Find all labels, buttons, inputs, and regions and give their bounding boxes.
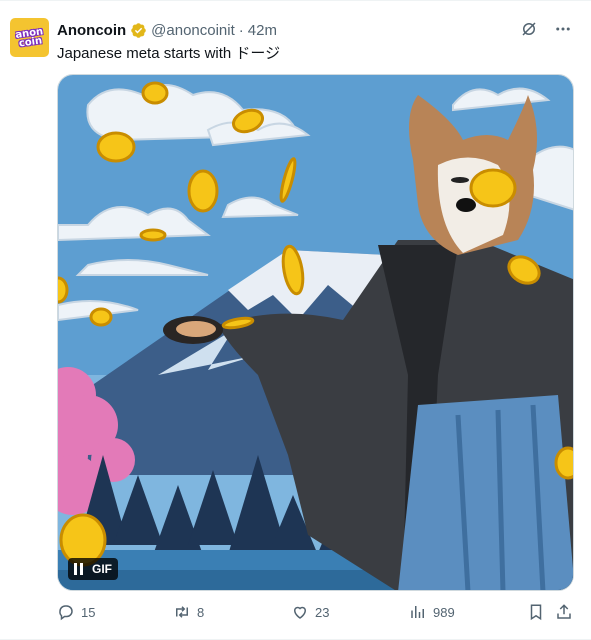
- pause-icon[interactable]: [74, 563, 84, 575]
- bookmark-icon: [530, 604, 542, 621]
- bookmark-button[interactable]: [527, 603, 545, 621]
- like-button[interactable]: 23: [291, 603, 329, 621]
- reply-count: 15: [81, 604, 96, 620]
- grok-icon[interactable]: [519, 19, 539, 39]
- handle[interactable]: @anoncoinit: [151, 22, 235, 39]
- avatar-logo-text: anon coin: [14, 25, 44, 50]
- repost-count: 8: [197, 604, 205, 620]
- share-icon: [557, 604, 571, 619]
- timestamp[interactable]: 42m: [248, 22, 277, 39]
- share-button[interactable]: [555, 603, 573, 621]
- tweet-text: Japanese meta starts with ドージ: [57, 45, 281, 62]
- reply-button[interactable]: 15: [57, 603, 95, 621]
- more-icon[interactable]: [553, 19, 573, 39]
- header-actions: [519, 19, 573, 39]
- repost-icon: [176, 606, 188, 618]
- reply-icon: [59, 605, 73, 621]
- gif-badge: GIF: [92, 562, 112, 576]
- verified-badge-icon[interactable]: [130, 22, 147, 39]
- avatar[interactable]: anon coin: [10, 18, 49, 57]
- separator: ·: [238, 21, 244, 39]
- tweet[interactable]: anon coin Anoncoin @anoncoinit · 42m Jap…: [0, 0, 591, 640]
- views-count: 989: [433, 604, 455, 620]
- tweet-media-gif[interactable]: GIF: [57, 74, 574, 591]
- like-count: 23: [315, 604, 330, 620]
- tweet-header: Anoncoin @anoncoinit · 42m: [57, 20, 277, 40]
- display-name[interactable]: Anoncoin: [57, 22, 126, 39]
- repost-button[interactable]: 8: [173, 603, 204, 621]
- views-icon: [411, 606, 424, 618]
- action-bar: 15 8 23 989: [57, 603, 577, 625]
- like-icon: [293, 606, 307, 619]
- gif-frame: [58, 75, 573, 590]
- gif-controls[interactable]: GIF: [68, 558, 118, 580]
- views-button[interactable]: 989: [409, 603, 455, 621]
